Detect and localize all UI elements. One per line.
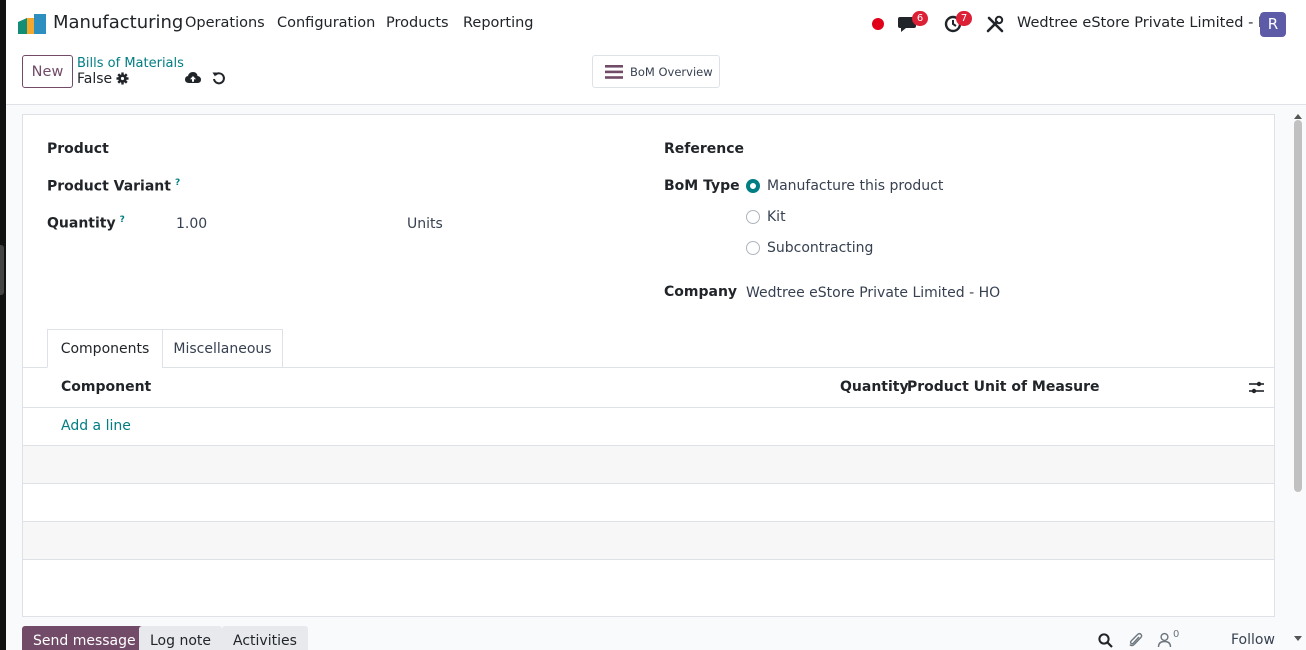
- paperclip-icon[interactable]: [1128, 632, 1143, 648]
- radio-manufacture-label[interactable]: Manufacture this product: [767, 178, 943, 194]
- window-edge-handle: [0, 245, 4, 295]
- app-name[interactable]: Manufacturing: [53, 12, 183, 33]
- top-navbar: Manufacturing Operations Configuration P…: [6, 0, 1306, 47]
- reference-label: Reference: [664, 141, 745, 157]
- radio-kit-label[interactable]: Kit: [767, 209, 786, 225]
- scroll-up-arrow-icon[interactable]: [1294, 113, 1302, 119]
- menu-products[interactable]: Products: [386, 15, 449, 31]
- menu-operations[interactable]: Operations: [185, 15, 265, 31]
- column-quantity[interactable]: Quantity: [840, 379, 909, 395]
- company-field[interactable]: Wedtree eStore Private Limited - HO: [746, 285, 1000, 301]
- radio-manufacture[interactable]: [746, 179, 760, 193]
- discard-changes-icon[interactable]: [212, 71, 226, 85]
- send-message-button[interactable]: Send message: [22, 626, 147, 650]
- quantity-input[interactable]: 1.00: [176, 216, 207, 232]
- table-row: [23, 484, 1274, 522]
- product-variant-label: Product Variant?: [47, 178, 180, 195]
- scrollbar-thumb[interactable]: [1294, 120, 1302, 492]
- bom-overview-label: BoM Overview: [630, 64, 713, 79]
- activities-badge: 7: [956, 11, 972, 26]
- recording-indicator[interactable]: [872, 18, 884, 30]
- tab-miscellaneous[interactable]: Miscellaneous: [162, 329, 283, 368]
- column-uom[interactable]: Product Unit of Measure: [907, 379, 1100, 395]
- bom-type-label: BoM Type: [664, 178, 740, 194]
- new-button[interactable]: New: [22, 55, 73, 88]
- debug-tools-icon[interactable]: [986, 15, 1004, 33]
- radio-kit[interactable]: [746, 210, 760, 224]
- follower-count: 0: [1173, 629, 1180, 640]
- followers-icon[interactable]: [1157, 632, 1172, 648]
- menu-reporting[interactable]: Reporting: [463, 15, 534, 31]
- manufacturing-app-icon[interactable]: [18, 14, 46, 34]
- radio-subcontracting[interactable]: [746, 241, 760, 255]
- messages-badge: 6: [912, 11, 928, 26]
- log-note-button[interactable]: Log note: [139, 626, 222, 650]
- table-row: [23, 446, 1274, 484]
- company-label: Company: [664, 284, 738, 300]
- menu-configuration[interactable]: Configuration: [277, 15, 375, 31]
- column-component[interactable]: Component: [61, 379, 151, 395]
- table-row: Add a line: [23, 408, 1274, 446]
- breadcrumb-bills-of-materials[interactable]: Bills of Materials: [77, 56, 184, 71]
- help-tooltip-icon[interactable]: ?: [175, 178, 180, 188]
- add-line-link[interactable]: Add a line: [61, 418, 131, 434]
- radio-subcontracting-label[interactable]: Subcontracting: [767, 240, 873, 256]
- bars-icon: [605, 64, 623, 79]
- search-icon[interactable]: [1098, 633, 1113, 648]
- bom-overview-button[interactable]: BoM Overview: [592, 55, 720, 88]
- product-variant-label-text: Product Variant: [47, 178, 171, 195]
- quantity-label: Quantity?: [47, 215, 125, 232]
- control-panel: New Bills of Materials False BoM Overvie…: [6, 47, 1306, 105]
- company-switcher[interactable]: Wedtree eStore Private Limited - HO: [1017, 15, 1280, 31]
- notebook-tabs: Components Miscellaneous: [23, 329, 1274, 368]
- save-cloud-icon[interactable]: [185, 71, 201, 85]
- activities-button[interactable]: Activities: [222, 626, 308, 650]
- form-sheet: Product Product Variant? Quantity? 1.00 …: [22, 114, 1275, 617]
- user-avatar[interactable]: R: [1260, 12, 1286, 37]
- optional-columns-icon[interactable]: [1249, 380, 1264, 395]
- product-label: Product: [47, 141, 109, 157]
- follow-button[interactable]: Follow: [1231, 632, 1275, 648]
- gear-icon[interactable]: [116, 72, 129, 85]
- help-tooltip-icon[interactable]: ?: [120, 215, 125, 225]
- tab-components[interactable]: Components: [47, 329, 163, 368]
- uom-select[interactable]: Units: [407, 216, 443, 232]
- breadcrumb-current-record: False: [77, 71, 113, 87]
- scroll-down-arrow-icon[interactable]: [1294, 636, 1302, 642]
- components-table-header: Component Quantity Product Unit of Measu…: [23, 368, 1274, 408]
- quantity-label-text: Quantity: [47, 215, 116, 232]
- table-row: [23, 522, 1274, 560]
